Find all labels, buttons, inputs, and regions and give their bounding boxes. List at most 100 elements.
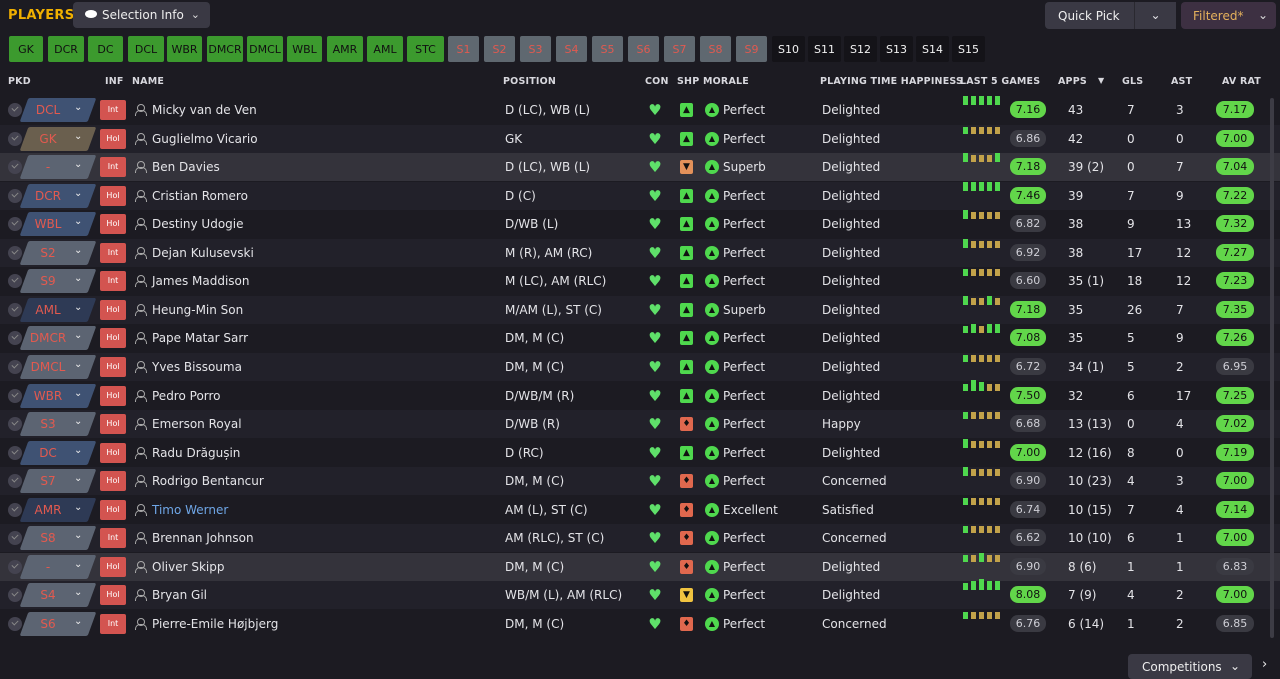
col-inf[interactable]: INF	[105, 76, 124, 87]
picked-check-icon[interactable]	[8, 388, 22, 403]
picked-check-icon[interactable]	[8, 217, 22, 232]
position-filter-s2[interactable]: S2	[484, 36, 515, 62]
picked-check-icon[interactable]	[8, 131, 22, 146]
picked-check-icon[interactable]	[8, 559, 22, 574]
picked-check-icon[interactable]	[8, 103, 22, 117]
table-row[interactable]: S4 ⌄ Hol Bryan Gil WB/M (L), AM (RLC) ♥ ▼ ▲ Perf…	[0, 579, 1280, 610]
position-filter-s4[interactable]: S4	[556, 36, 587, 62]
col-ast[interactable]: AST	[1171, 76, 1192, 87]
player-name[interactable]: Micky van de Ven	[152, 103, 257, 117]
position-filter-wbl[interactable]: WBL	[287, 36, 322, 62]
player-name[interactable]: Timo Werner	[152, 503, 228, 517]
player-name[interactable]: Pedro Porro	[152, 389, 221, 403]
position-filter-s9[interactable]: S9	[736, 36, 767, 62]
player-name[interactable]: Pierre-Emile Højbjerg	[152, 617, 278, 631]
player-name[interactable]: Radu Drăgușin	[152, 446, 240, 460]
table-row[interactable]: AMR ⌄ Hol Timo Werner AM (L), ST (C) ♥ ♦ ▲ Excel…	[0, 496, 1280, 524]
col-last-5-games[interactable]: LAST 5 GAMES	[960, 76, 1040, 87]
picked-check-icon[interactable]	[8, 502, 22, 517]
position-filter-s8[interactable]: S8	[700, 36, 731, 62]
position-filter-s14[interactable]: S14	[916, 36, 949, 62]
position-filter-wbr[interactable]: WBR	[167, 36, 202, 62]
table-row[interactable]: DCR ⌄ Hol Cristian Romero D (C) ♥ ▲ ▲ Perfect Del…	[0, 181, 1280, 210]
chevron-right-icon[interactable]: ›	[1262, 657, 1267, 672]
player-name[interactable]: Dejan Kulusevski	[152, 246, 254, 260]
position-filter-s1[interactable]: S1	[448, 36, 479, 62]
position-filter-s7[interactable]: S7	[664, 36, 695, 62]
picked-check-icon[interactable]	[8, 445, 22, 460]
position-filter-amr[interactable]: AMR	[327, 36, 363, 62]
position-filter-s11[interactable]: S11	[808, 36, 841, 62]
position-filter-dcl[interactable]: DCL	[128, 36, 164, 62]
position-filter-gk[interactable]: GK	[9, 36, 43, 62]
position-filter-s5[interactable]: S5	[592, 36, 623, 62]
position-filter-s10[interactable]: S10	[772, 36, 805, 62]
table-row[interactable]: AML ⌄ Hol Heung-Min Son M/AM (L), ST (C) ♥ ▲ ▲ S…	[0, 295, 1280, 324]
position-filter-dc[interactable]: DC	[88, 36, 123, 62]
player-name[interactable]: Ben Davies	[152, 160, 220, 174]
picked-check-icon[interactable]	[8, 274, 22, 289]
position-filter-s6[interactable]: S6	[628, 36, 659, 62]
position-filter-dcr[interactable]: DCR	[48, 36, 84, 62]
table-row[interactable]: WBR ⌄ Hol Pedro Porro D/WB/M (R) ♥ ▲ ▲ Perfect De…	[0, 379, 1280, 410]
picked-check-icon[interactable]	[8, 474, 22, 489]
col-gls[interactable]: GLS	[1122, 76, 1143, 87]
table-row[interactable]: S8 ⌄ Int Brennan Johnson AM (RLC), ST (C) ♥ ♦ ▲…	[0, 524, 1280, 553]
player-name[interactable]: Destiny Udogie	[152, 217, 244, 231]
player-name[interactable]: James Maddison	[152, 274, 250, 288]
position-filter-stc[interactable]: STC	[407, 36, 444, 62]
player-name[interactable]: Brennan Johnson	[152, 531, 254, 545]
position-filter-dmcr[interactable]: DMCR	[207, 36, 243, 62]
picked-check-icon[interactable]	[8, 417, 22, 432]
col-con[interactable]: CON	[645, 76, 669, 87]
table-row[interactable]: S2 ⌄ Int Dejan Kulusevski M (R), AM (RC) ♥ ▲ ▲ P…	[0, 238, 1280, 267]
player-name[interactable]: Heung-Min Son	[152, 303, 243, 317]
picked-check-icon[interactable]	[8, 302, 22, 317]
player-name[interactable]: Cristian Romero	[152, 189, 248, 203]
col-position[interactable]: POSITION	[503, 76, 556, 87]
picked-check-icon[interactable]	[8, 245, 22, 260]
table-row[interactable]: S3 ⌄ Hol Emerson Royal D/WB (R) ♥ ♦ ▲ Perfect Hap…	[0, 410, 1280, 439]
player-name[interactable]: Emerson Royal	[152, 417, 242, 431]
selection-info-button[interactable]: Selection Info ⌄	[73, 2, 210, 28]
col-name[interactable]: NAME	[132, 76, 164, 87]
table-row[interactable]: DCL ⌄ Int Micky van de Ven D (LC), WB (L) ♥ ▲ ▲…	[0, 96, 1280, 124]
player-name[interactable]: Rodrigo Bentancur	[152, 474, 264, 488]
col-pkd[interactable]: PKD	[8, 76, 31, 87]
competitions-button[interactable]: Competitions ⌄	[1128, 654, 1252, 679]
picked-check-icon[interactable]	[8, 160, 22, 175]
col-morale[interactable]: MORALE	[703, 76, 749, 87]
position-filter-s13[interactable]: S13	[880, 36, 913, 62]
picked-check-icon[interactable]	[8, 359, 22, 374]
player-name[interactable]: Oliver Skipp	[152, 560, 224, 574]
position-filter-aml[interactable]: AML	[367, 36, 403, 62]
scrollbar[interactable]	[1270, 98, 1274, 638]
table-row[interactable]: S7 ⌄ Hol Rodrigo Bentancur DM, M (C) ♥ ♦ ▲ Perfe…	[0, 467, 1280, 496]
table-row[interactable]: DMCL ⌄ Hol Yves Bissouma DM, M (C) ♥ ▲ ▲ Perfect…	[0, 352, 1280, 381]
position-filter-s15[interactable]: S15	[952, 36, 985, 62]
table-row[interactable]: S6 ⌄ Int Pierre-Emile Højbjerg DM, M (C) ♥ ♦ ▲ P…	[0, 610, 1280, 638]
picked-check-icon[interactable]	[8, 588, 22, 603]
player-name[interactable]: Guglielmo Vicario	[152, 132, 258, 146]
table-row[interactable]: DC ⌄ Hol Radu Drăgușin D (RC) ♥ ▲ ▲ Perfect Delig…	[0, 438, 1280, 467]
position-filter-dmcl[interactable]: DMCL	[247, 36, 283, 62]
player-name[interactable]: Pape Matar Sarr	[152, 331, 248, 345]
player-name[interactable]: Yves Bissouma	[152, 360, 242, 374]
col-playing-time-happiness[interactable]: PLAYING TIME HAPPINESS	[820, 76, 963, 87]
player-name[interactable]: Bryan Gil	[152, 588, 207, 602]
col-av-rat[interactable]: AV RAT	[1222, 76, 1261, 87]
picked-check-icon[interactable]	[8, 531, 22, 546]
table-row[interactable]: GK ⌄ Hol Guglielmo Vicario GK ♥ ▲ ▲ Perfect Delig…	[0, 124, 1280, 153]
table-row[interactable]: WBL ⌄ Hol Destiny Udogie D/WB (L) ♥ ▲ ▲ Perfect D…	[0, 210, 1280, 238]
table-row[interactable]: DMCR ⌄ Hol Pape Matar Sarr DM, M (C) ♥ ▲ ▲ Perfe…	[0, 324, 1280, 352]
picked-check-icon[interactable]	[8, 188, 22, 203]
picked-check-icon[interactable]	[8, 616, 22, 631]
table-row[interactable]: - ⌄ Hol Oliver Skipp DM, M (C) ♥ ♦ ▲ Perfect Deli…	[0, 552, 1280, 581]
filter-button[interactable]: Filtered* ⌄	[1181, 2, 1276, 29]
position-filter-s12[interactable]: S12	[844, 36, 877, 62]
position-filter-s3[interactable]: S3	[520, 36, 551, 62]
quick-pick-dropdown[interactable]: ⌄	[1134, 2, 1176, 29]
table-row[interactable]: S9 ⌄ Int James Maddison M (LC), AM (RLC) ♥ ▲ ▲ P…	[0, 267, 1280, 295]
col-shp[interactable]: SHP	[677, 76, 699, 87]
picked-check-icon[interactable]	[8, 331, 22, 346]
